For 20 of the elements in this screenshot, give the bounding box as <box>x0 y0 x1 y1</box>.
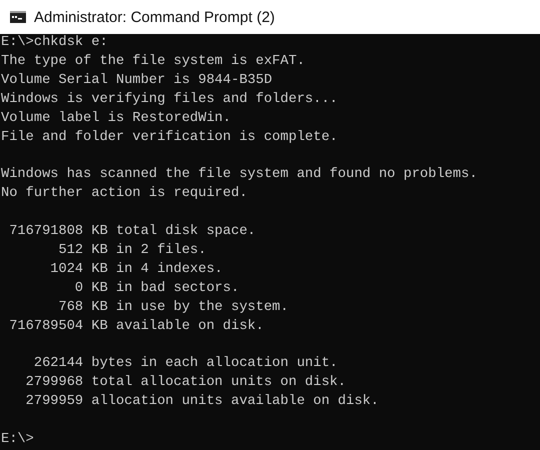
console-line: 512 KB in 2 files. <box>57 242 206 260</box>
console-line: 716791808 KB total disk space. <box>8 223 256 242</box>
window-title: Administrator: Command Prompt (2) <box>34 8 275 26</box>
console-line: Windows has scanned the file system and found no problems. <box>1 166 478 184</box>
console-line: The type of the file system is exFAT. <box>1 52 305 71</box>
console-line: 716789504 KB available on disk. <box>8 318 264 336</box>
console-line: Windows is verifying files and folders... <box>1 90 338 109</box>
console-line: File and folder verification is complete. <box>1 128 338 147</box>
console-icon <box>10 11 26 23</box>
console-line: Volume Serial Number is 9844-B35D <box>1 72 272 90</box>
console-line: E:\> <box>1 430 34 449</box>
console-line: 768 KB in use by the system. <box>57 298 288 317</box>
console-line: E:\>chkdsk e: <box>1 34 108 52</box>
console-line: 2799959 allocation units available on disk. <box>24 393 379 412</box>
console-line: Volume label is RestoredWin. <box>1 110 231 128</box>
console-line: 262144 bytes in each allocation unit. <box>32 355 338 374</box>
console-line: 0 KB in bad sectors. <box>74 280 240 298</box>
console-line: 2799968 total allocation units on disk. <box>24 374 346 392</box>
console-line: 1024 KB in 4 indexes. <box>49 260 223 279</box>
console-line: No further action is required. <box>1 185 248 204</box>
